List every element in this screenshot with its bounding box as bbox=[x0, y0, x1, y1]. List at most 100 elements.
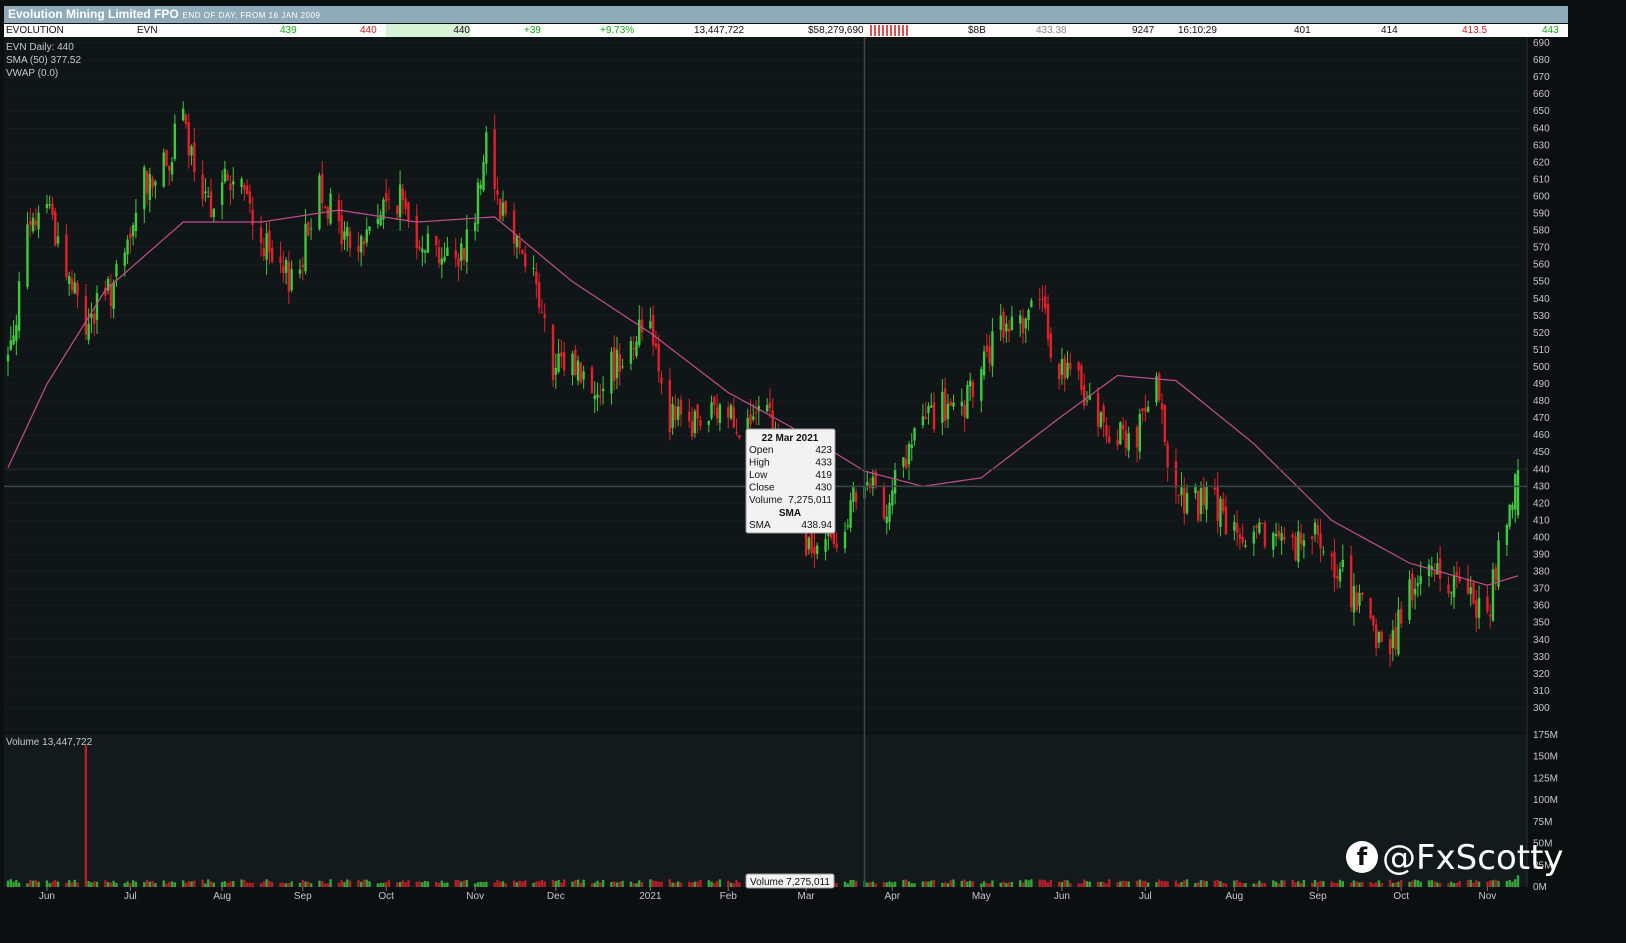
volume-bar bbox=[1063, 879, 1066, 887]
candle-body bbox=[326, 206, 329, 219]
candle bbox=[329, 188, 332, 226]
candle-body bbox=[765, 404, 769, 412]
candle-body bbox=[635, 341, 638, 356]
candle bbox=[499, 197, 502, 222]
candle-body bbox=[921, 416, 925, 426]
candle-body bbox=[1377, 632, 1381, 643]
candle-body bbox=[1511, 504, 1514, 511]
volume-bar bbox=[1322, 881, 1325, 887]
candle-body bbox=[1163, 405, 1167, 443]
candle-body bbox=[991, 331, 994, 366]
candle-body bbox=[1155, 376, 1158, 403]
candle-body bbox=[807, 537, 811, 550]
candle-body bbox=[574, 349, 577, 376]
volume-bar bbox=[999, 882, 1002, 887]
volume-bar bbox=[582, 879, 585, 887]
candle-body bbox=[229, 183, 232, 190]
volume-bar bbox=[162, 880, 165, 887]
candle-body bbox=[26, 224, 29, 288]
volume-bar bbox=[1224, 883, 1228, 887]
price-tick-label: 300 bbox=[1533, 703, 1550, 714]
candle-body bbox=[45, 204, 49, 208]
volume-bar bbox=[1475, 879, 1478, 887]
volume-bar bbox=[1299, 882, 1303, 887]
candle-body bbox=[888, 502, 891, 523]
candle-body bbox=[290, 269, 293, 291]
volume-bar bbox=[346, 879, 349, 887]
tooltip-row-value: 7,275,011 bbox=[788, 495, 832, 506]
candle-body bbox=[1380, 631, 1383, 643]
candle-body bbox=[1144, 408, 1147, 412]
price-tick-label: 480 bbox=[1533, 396, 1550, 407]
candle-body bbox=[443, 256, 446, 262]
candle-body bbox=[618, 354, 621, 372]
volume-bar bbox=[671, 882, 674, 887]
volume-bar bbox=[1049, 880, 1053, 887]
price-plot-area[interactable] bbox=[4, 37, 1527, 732]
candle-body bbox=[699, 419, 702, 426]
candle-body bbox=[493, 129, 496, 189]
candle-body bbox=[359, 236, 363, 253]
candle-body bbox=[321, 174, 324, 204]
price-chart[interactable]: 300 310 320 330 340 350 360 370 380 390 400 410 420 4… bbox=[4, 37, 1568, 901]
candle bbox=[54, 208, 57, 247]
candle-body bbox=[190, 146, 193, 156]
volume-bar bbox=[1197, 882, 1200, 887]
candle-body bbox=[1041, 298, 1044, 300]
volume-bar bbox=[209, 881, 213, 887]
price-tick-label: 390 bbox=[1533, 550, 1550, 561]
volume-bar bbox=[1311, 882, 1314, 887]
candle-body bbox=[1063, 357, 1066, 379]
volume-bar bbox=[1380, 883, 1383, 887]
candle-body bbox=[123, 252, 126, 266]
candle-body bbox=[985, 345, 989, 352]
volume-bar bbox=[1044, 880, 1047, 887]
candle-body bbox=[693, 411, 697, 434]
candle-body bbox=[73, 282, 76, 294]
candle-body bbox=[649, 321, 652, 329]
volume-bar bbox=[460, 881, 463, 887]
volume-bar bbox=[226, 882, 229, 887]
volume-bar bbox=[1194, 882, 1197, 887]
volume-bar bbox=[301, 879, 304, 887]
candle-body bbox=[304, 223, 307, 272]
candle-body bbox=[512, 210, 516, 244]
volume-bar bbox=[615, 882, 619, 887]
candle-body bbox=[941, 391, 944, 423]
volume-bar bbox=[193, 880, 196, 887]
candle-body bbox=[768, 402, 772, 408]
volume-bar bbox=[846, 883, 850, 887]
volume-bar bbox=[946, 883, 950, 887]
volume-bar bbox=[1511, 881, 1514, 887]
volume-bar bbox=[1174, 880, 1178, 887]
volume-bar bbox=[943, 882, 947, 887]
volume-plot-area[interactable] bbox=[4, 734, 1527, 887]
candle bbox=[162, 148, 165, 188]
candle-body bbox=[1472, 582, 1475, 604]
candle-body bbox=[710, 402, 713, 419]
volume-bar bbox=[913, 883, 916, 887]
candle-body bbox=[37, 212, 40, 230]
candle-body bbox=[1477, 597, 1481, 618]
candle-body bbox=[268, 230, 271, 252]
volume-bar bbox=[415, 881, 418, 887]
volume-bar bbox=[1336, 882, 1339, 887]
price-tick-label: 460 bbox=[1533, 430, 1550, 441]
volume-bar bbox=[1319, 880, 1322, 887]
candle-body bbox=[738, 435, 741, 438]
price-tick-label: 650 bbox=[1533, 106, 1550, 117]
volume-bar bbox=[1419, 881, 1422, 887]
candle-body bbox=[1057, 364, 1061, 380]
price-tick-label: 610 bbox=[1533, 174, 1550, 185]
quote-row[interactable]: EVOLUTION EVN 439 440 440 +39 +9.73% 13,… bbox=[4, 24, 1568, 37]
volume-bar bbox=[1180, 881, 1183, 887]
candle-body bbox=[401, 188, 405, 201]
candle bbox=[966, 380, 969, 419]
volume-bar bbox=[165, 883, 168, 887]
volume-bar bbox=[1272, 880, 1275, 887]
candle-body bbox=[1438, 558, 1442, 579]
candle-body bbox=[465, 229, 469, 262]
candle-body bbox=[988, 346, 991, 364]
volume-bar bbox=[17, 882, 21, 887]
volume-bar bbox=[443, 882, 446, 887]
